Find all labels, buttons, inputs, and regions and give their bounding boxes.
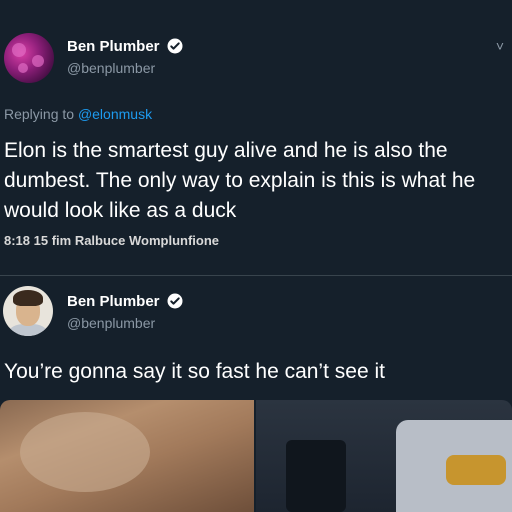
tweet-1[interactable]: Ben Plumber @benplumber ˅ Replying to @e… (0, 0, 512, 275)
replying-to: Replying to @elonmusk (4, 106, 152, 122)
media-image-2[interactable] (256, 400, 512, 512)
author-name-row[interactable]: Ben Plumber (67, 37, 184, 55)
tweet-text: You’re gonna say it so fast he can’t see… (4, 360, 385, 383)
replying-to-label: Replying to (4, 106, 78, 122)
mention-link[interactable]: @elonmusk (78, 106, 152, 122)
author-handle[interactable]: @benplumber (67, 60, 155, 76)
tweet-media[interactable] (0, 400, 512, 512)
author-name-row[interactable]: Ben Plumber (67, 292, 184, 310)
chevron-down-icon[interactable]: ˅ (496, 38, 504, 54)
media-image-1[interactable] (0, 400, 254, 512)
tweet-text: Elon is the smartest guy alive and he is… (4, 139, 476, 222)
author-name[interactable]: Ben Plumber (67, 38, 160, 55)
tweet-2[interactable]: Ben Plumber @benplumber You’re gonna say… (0, 275, 512, 512)
author-name[interactable]: Ben Plumber (67, 293, 160, 310)
avatar[interactable] (3, 286, 53, 336)
divider (0, 275, 512, 276)
author-handle[interactable]: @benplumber (67, 315, 155, 331)
avatar[interactable] (4, 33, 54, 83)
verified-badge-icon (167, 293, 183, 309)
tweet-timestamp[interactable]: 8:18 15 fim Ralbuce Womplunfione (4, 233, 219, 248)
verified-badge-icon (167, 38, 183, 54)
